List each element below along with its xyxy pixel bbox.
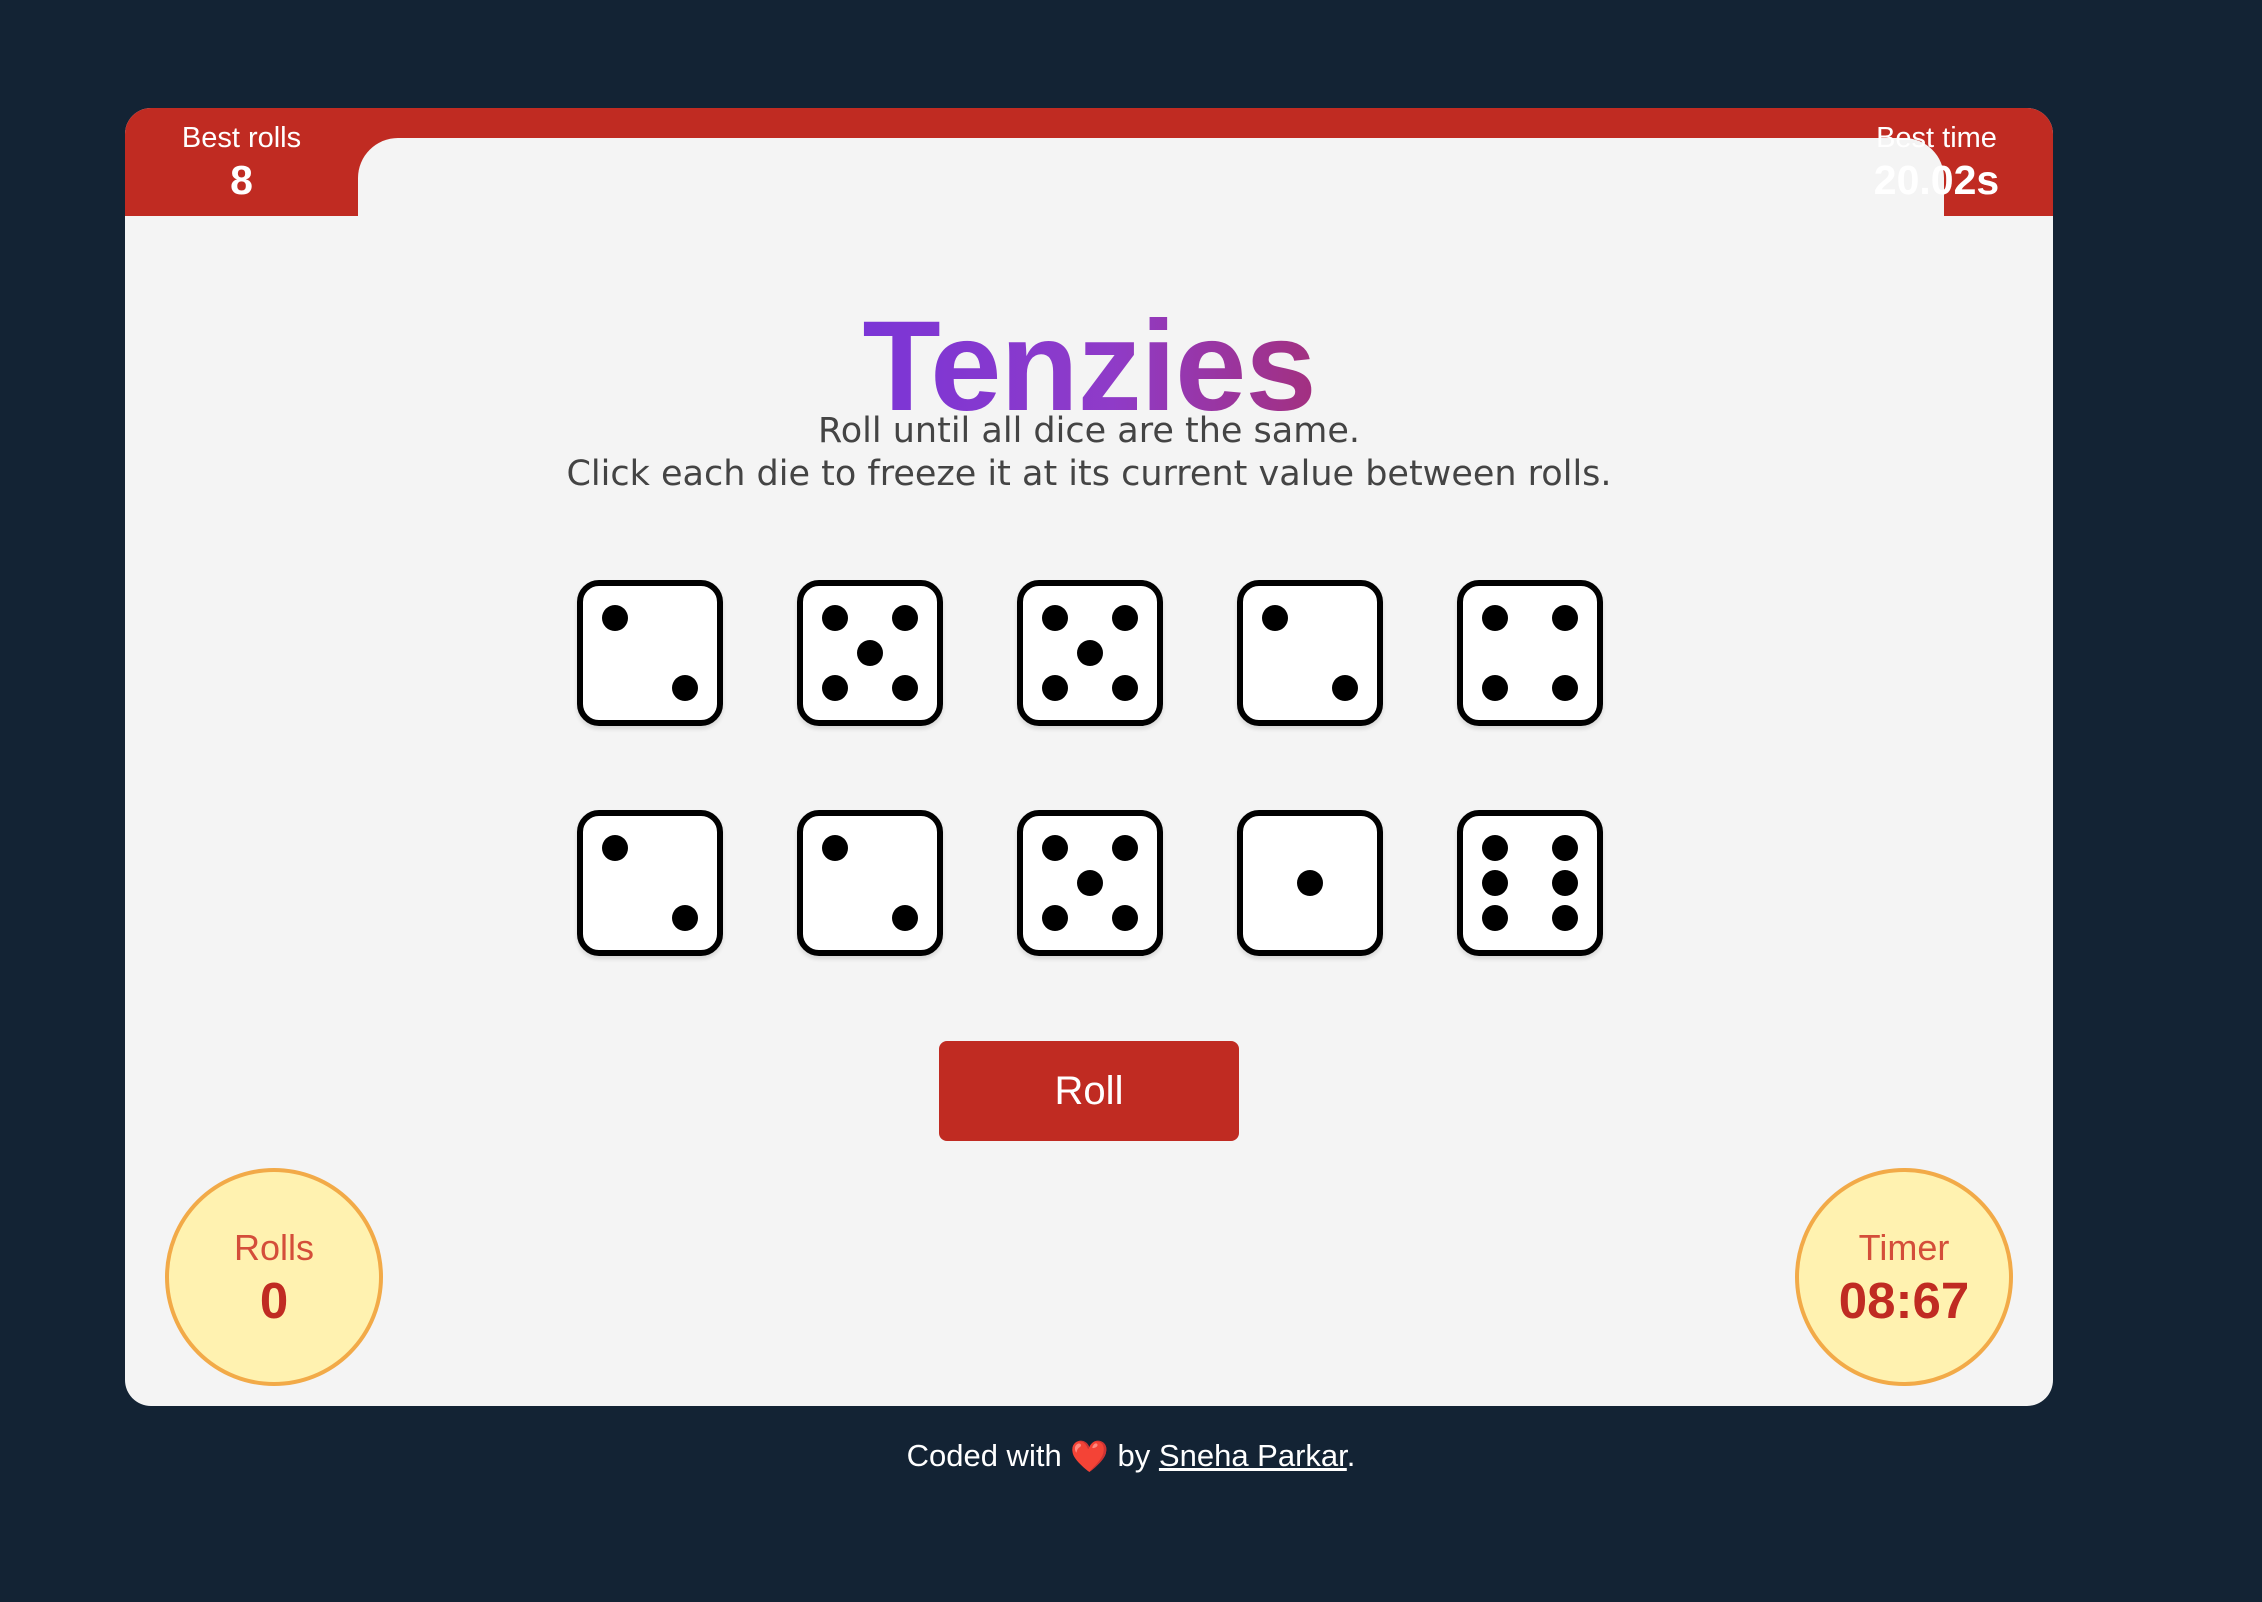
die-pip (1482, 605, 1509, 632)
die-pip (671, 904, 698, 931)
footer-prefix: Coded with (906, 1438, 1062, 1473)
author-link[interactable]: Sneha Parkar (1159, 1438, 1347, 1473)
game-card: Best rolls 8 Best time 20.02s Tenzies Ro… (125, 108, 2053, 1406)
die-5[interactable] (1457, 580, 1603, 726)
roll-button[interactable]: Roll (939, 1041, 1239, 1141)
dice-grid (577, 580, 1603, 970)
die-10[interactable] (1457, 810, 1603, 956)
die-pip (602, 835, 629, 862)
best-rolls: Best rolls 8 (125, 120, 358, 204)
rolls-counter-label: Rolls (233, 1227, 314, 1268)
die-pip (857, 640, 883, 666)
die-1[interactable] (577, 580, 723, 726)
die-pip (891, 904, 918, 931)
die-pip (1551, 605, 1578, 632)
die-pip (1551, 674, 1578, 701)
die-pip (1077, 870, 1103, 896)
die-pip (602, 605, 629, 632)
die-pip (822, 674, 849, 701)
die-pip (822, 605, 849, 632)
die-pip (1111, 674, 1138, 701)
die-pip (1111, 904, 1138, 931)
timer-value: 08:67 (1838, 1272, 1970, 1329)
die-4[interactable] (1237, 580, 1383, 726)
die-pip (1482, 870, 1509, 896)
die-pip (1111, 605, 1138, 632)
timer-label: Timer (1858, 1227, 1950, 1268)
die-pip (891, 605, 918, 632)
die-7[interactable] (797, 810, 943, 956)
die-pip (1042, 904, 1069, 931)
die-pip (1297, 870, 1323, 896)
best-rolls-label: Best rolls (181, 122, 302, 154)
footer-suffix: . (1346, 1438, 1356, 1473)
timer-badge: Timer 08:67 (1795, 1168, 2013, 1386)
rolls-counter-value: 0 (259, 1272, 289, 1329)
die-pip (1551, 904, 1578, 931)
die-pip (822, 835, 849, 862)
die-pip (1262, 605, 1289, 632)
die-pip (1482, 674, 1509, 701)
instructions-line-1: Roll until all dice are the same. (818, 411, 1360, 451)
best-time: Best time 20.02s (1820, 120, 2053, 204)
heart-icon: ❤️ (1070, 1439, 1109, 1474)
die-3[interactable] (1017, 580, 1163, 726)
die-pip (1331, 674, 1358, 701)
die-6[interactable] (577, 810, 723, 956)
best-rolls-value: 8 (230, 157, 253, 203)
instructions: Roll until all dice are the same. Click … (125, 410, 2053, 496)
die-2[interactable] (797, 580, 943, 726)
footer-by: by (1117, 1438, 1151, 1473)
die-pip (1111, 835, 1138, 862)
die-pip (1042, 605, 1069, 632)
best-time-value: 20.02s (1873, 157, 2000, 203)
die-pip (1042, 835, 1069, 862)
best-time-label: Best time (1876, 122, 1997, 154)
rolls-counter-badge: Rolls 0 (165, 1168, 383, 1386)
instructions-line-2: Click each die to freeze it at its curre… (566, 454, 1612, 494)
header-inner-panel (358, 138, 1944, 268)
die-pip (1551, 835, 1578, 862)
die-pip (1077, 640, 1103, 666)
die-pip (891, 674, 918, 701)
die-9[interactable] (1237, 810, 1383, 956)
die-pip (1551, 870, 1578, 896)
die-pip (1042, 674, 1069, 701)
die-pip (1482, 835, 1509, 862)
footer: Coded with ❤️ by Sneha Parkar. (0, 1436, 2262, 1476)
die-pip (1482, 904, 1509, 931)
die-8[interactable] (1017, 810, 1163, 956)
die-pip (671, 674, 698, 701)
